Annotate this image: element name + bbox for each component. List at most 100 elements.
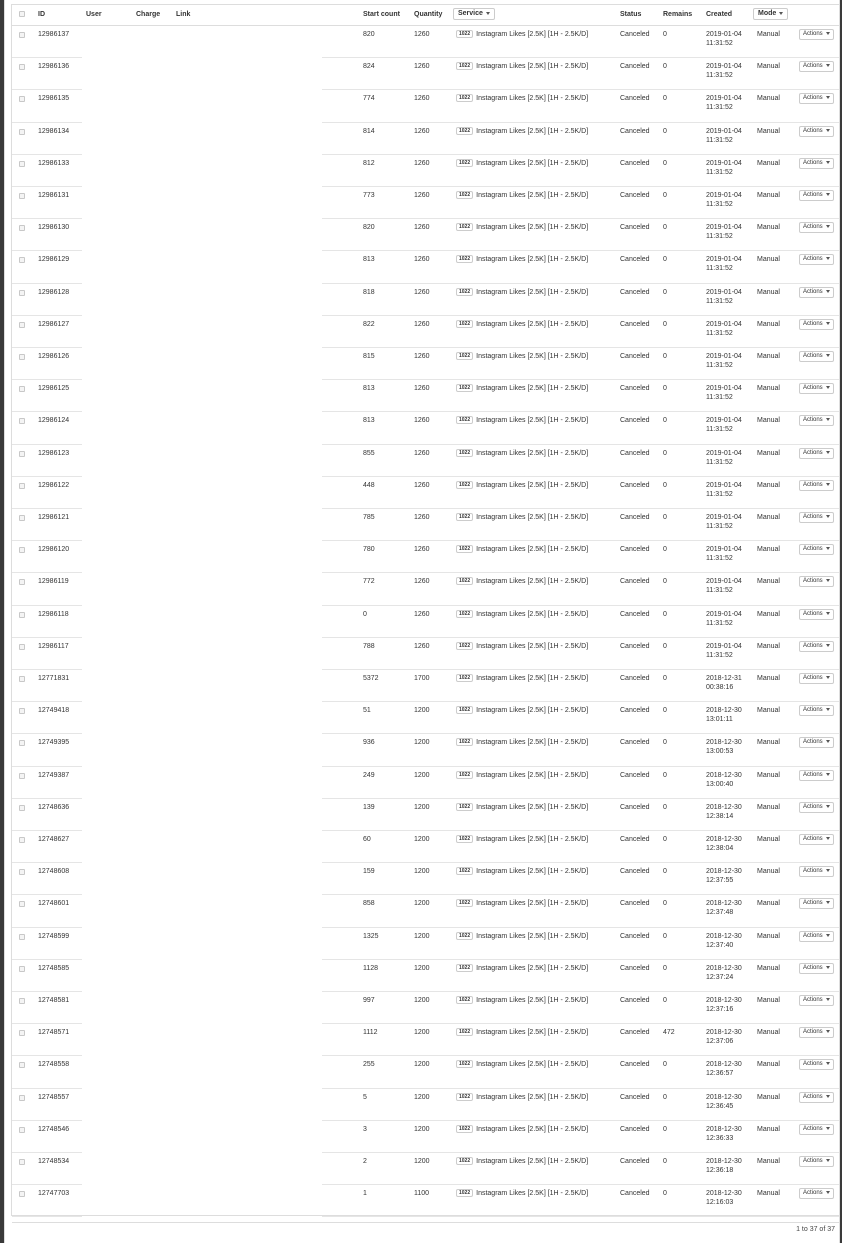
col-created[interactable]: Created	[706, 11, 732, 18]
row-checkbox[interactable]	[19, 64, 25, 71]
actions-button[interactable]: Actions	[799, 1091, 834, 1103]
row-checkbox[interactable]	[19, 1126, 25, 1133]
created-time: 13:01:11	[706, 716, 733, 724]
row-checkbox[interactable]	[19, 611, 25, 618]
actions-button[interactable]: Actions	[799, 190, 834, 201]
row-checkbox[interactable]	[19, 257, 25, 264]
actions-button[interactable]: Actions	[799, 608, 834, 620]
col-charge[interactable]: Charge	[136, 11, 160, 18]
actions-button[interactable]: Actions	[799, 544, 834, 556]
row-checkbox[interactable]	[19, 32, 25, 38]
row-checkbox[interactable]	[19, 869, 25, 876]
row-checkbox[interactable]	[19, 643, 25, 650]
service-filter-dropdown[interactable]: Service	[453, 8, 495, 20]
row-checkbox[interactable]	[19, 193, 25, 199]
row-checkbox[interactable]	[19, 708, 25, 715]
created-time: 13:00:40	[706, 780, 734, 788]
row-checkbox[interactable]	[19, 1159, 25, 1165]
actions-button[interactable]: Actions	[799, 61, 834, 73]
actions-button[interactable]: Actions	[799, 769, 834, 781]
actions-label: Actions	[803, 353, 823, 359]
status: Canceled	[620, 932, 650, 940]
col-status[interactable]: Status	[620, 11, 641, 18]
row-checkbox[interactable]	[19, 225, 25, 232]
actions-button[interactable]: Actions	[799, 834, 834, 845]
row-checkbox[interactable]	[19, 482, 25, 489]
actions-button[interactable]: Actions	[799, 1156, 834, 1167]
actions-button[interactable]: Actions	[799, 640, 834, 652]
row-checkbox[interactable]	[19, 933, 25, 940]
row-checkbox[interactable]	[19, 1094, 25, 1101]
col-link[interactable]: Link	[176, 11, 190, 18]
select-all-checkbox[interactable]	[19, 11, 25, 17]
row-checkbox[interactable]	[19, 289, 25, 296]
actions-button[interactable]: Actions	[799, 93, 834, 105]
row-checkbox[interactable]	[19, 579, 25, 586]
actions-button[interactable]: Actions	[799, 962, 834, 974]
created: 2019-01-04 11:31:52	[706, 223, 742, 241]
actions-button[interactable]: Actions	[799, 254, 834, 266]
row-divider	[12, 1216, 82, 1218]
row-checkbox[interactable]	[19, 321, 25, 328]
actions-button[interactable]: Actions	[799, 222, 834, 234]
actions-button[interactable]: Actions	[799, 930, 834, 942]
actions-button[interactable]: Actions	[799, 866, 834, 878]
row-checkbox[interactable]	[19, 1030, 25, 1037]
actions-button[interactable]: Actions	[799, 157, 834, 169]
created-time: 12:36:45	[706, 1102, 734, 1110]
mode: Manual	[757, 159, 780, 167]
start-count: 159	[363, 868, 375, 876]
table-row: 12748534 2 1200 1022 Instagram Likes [2.5K] …	[12, 1153, 839, 1186]
col-quantity[interactable]: Quantity	[414, 11, 442, 18]
order-id: 12986130	[38, 224, 70, 232]
row-checkbox[interactable]	[19, 160, 25, 167]
service-cell: 1022 Instagram Likes [2.5K] [1H - 2.5K/D]	[456, 480, 588, 490]
row-checkbox[interactable]	[19, 1062, 25, 1069]
actions-button[interactable]: Actions	[799, 447, 834, 459]
actions-button[interactable]: Actions	[799, 576, 834, 588]
row-checkbox[interactable]	[19, 354, 25, 360]
actions-button[interactable]: Actions	[799, 29, 834, 40]
actions-button[interactable]: Actions	[799, 512, 834, 523]
mode-filter-dropdown[interactable]: Mode	[753, 8, 789, 20]
row-checkbox[interactable]	[19, 676, 25, 682]
row-checkbox[interactable]	[19, 804, 25, 811]
actions-button[interactable]: Actions	[799, 995, 834, 1006]
row-checkbox[interactable]	[19, 740, 25, 747]
row-checkbox[interactable]	[19, 96, 25, 103]
row-checkbox[interactable]	[19, 386, 25, 393]
actions-button[interactable]: Actions	[799, 737, 834, 749]
row-checkbox[interactable]	[19, 128, 25, 135]
actions-button[interactable]: Actions	[799, 318, 834, 330]
actions-button[interactable]: Actions	[799, 801, 834, 813]
actions-button[interactable]: Actions	[799, 125, 834, 137]
col-id[interactable]: ID	[38, 11, 45, 18]
actions-button[interactable]: Actions	[799, 673, 834, 684]
actions-button[interactable]: Actions	[799, 898, 834, 910]
service-id-badge: 1022	[456, 352, 474, 360]
row-checkbox[interactable]	[19, 772, 25, 779]
row-checkbox[interactable]	[19, 998, 25, 1004]
row-checkbox[interactable]	[19, 418, 25, 425]
actions-button[interactable]: Actions	[799, 705, 834, 717]
row-checkbox[interactable]	[19, 547, 25, 554]
row-checkbox[interactable]	[19, 901, 25, 908]
actions-button[interactable]: Actions	[799, 1188, 834, 1200]
col-start-count[interactable]: Start count	[363, 11, 400, 18]
col-remains[interactable]: Remains	[663, 11, 692, 18]
quantity: 1260	[414, 514, 430, 521]
actions-button[interactable]: Actions	[799, 479, 834, 491]
actions-button[interactable]: Actions	[799, 1059, 834, 1071]
actions-button[interactable]: Actions	[799, 1027, 834, 1039]
row-checkbox[interactable]	[19, 1191, 25, 1198]
row-checkbox[interactable]	[19, 965, 25, 972]
row-checkbox[interactable]	[19, 837, 25, 843]
actions-button[interactable]: Actions	[799, 415, 834, 427]
row-checkbox[interactable]	[19, 515, 25, 521]
actions-button[interactable]: Actions	[799, 351, 834, 362]
row-checkbox[interactable]	[19, 450, 25, 457]
col-user[interactable]: User	[86, 11, 102, 18]
actions-button[interactable]: Actions	[799, 286, 834, 298]
actions-button[interactable]: Actions	[799, 1123, 834, 1135]
actions-button[interactable]: Actions	[799, 383, 834, 395]
